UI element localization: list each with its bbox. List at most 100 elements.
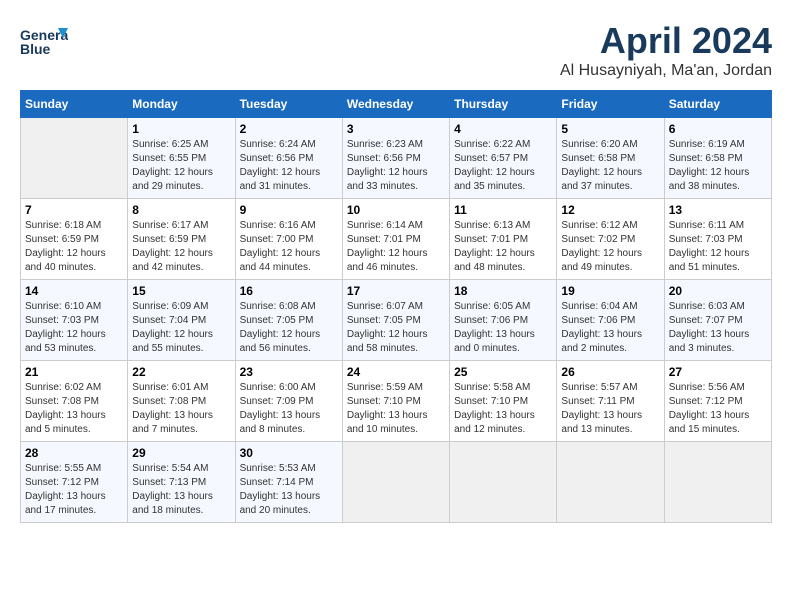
day-number: 6	[669, 122, 767, 136]
calendar-cell: 29Sunrise: 5:54 AM Sunset: 7:13 PM Dayli…	[128, 442, 235, 523]
calendar-week-4: 21 Sunrise: 6:02 AM Sunset: 7:08 PM Dayli…	[21, 361, 772, 442]
day-info: Sunrise: 5:56 AM Sunset: 7:12 PM Dayligh…	[669, 381, 767, 437]
day-number: 8	[132, 203, 230, 217]
day-number: 15	[132, 284, 230, 298]
day-number: 17	[347, 284, 445, 298]
calendar-week-5: 28Sunrise: 5:55 AM Sunset: 7:12 PM Dayli…	[21, 442, 772, 523]
day-number: 20	[669, 284, 767, 298]
calendar-cell	[21, 118, 128, 199]
title-block: April 2024 Al Husayniyah, Ma'an, Jordan	[560, 20, 772, 80]
day-number: 19	[561, 284, 659, 298]
calendar-table: SundayMondayTuesdayWednesdayThursdayFrid…	[20, 90, 772, 523]
day-info: Sunrise: 5:58 AM Sunset: 7:10 PM Dayligh…	[454, 381, 552, 437]
day-number: 18	[454, 284, 552, 298]
day-info: Sunrise: 6:04 AM Sunset: 7:06 PM Dayligh…	[561, 300, 659, 356]
day-info: Sunrise: 6:03 AM Sunset: 7:07 PM Dayligh…	[669, 300, 767, 356]
calendar-cell: 4Sunrise: 6:22 AM Sunset: 6:57 PM Daylig…	[450, 118, 557, 199]
day-info: Sunrise: 5:59 AM Sunset: 7:10 PM Dayligh…	[347, 381, 445, 437]
day-number: 4	[454, 122, 552, 136]
day-header-monday: Monday	[128, 91, 235, 118]
day-number: 7	[25, 203, 123, 217]
calendar-cell: 7 Sunrise: 6:18 AM Sunset: 6:59 PM Daylig…	[21, 199, 128, 280]
calendar-cell: 15 Sunrise: 6:09 AM Sunset: 7:04 PM Dayli…	[128, 280, 235, 361]
day-info: Sunrise: 6:08 AM Sunset: 7:05 PM Dayligh…	[240, 300, 338, 356]
day-info: Sunrise: 6:23 AM Sunset: 6:56 PM Dayligh…	[347, 138, 445, 194]
day-header-wednesday: Wednesday	[342, 91, 449, 118]
calendar-week-1: 1Sunrise: 6:25 AM Sunset: 6:55 PM Daylig…	[21, 118, 772, 199]
calendar-cell: 28Sunrise: 5:55 AM Sunset: 7:12 PM Dayli…	[21, 442, 128, 523]
calendar-week-2: 7 Sunrise: 6:18 AM Sunset: 6:59 PM Daylig…	[21, 199, 772, 280]
calendar-cell	[342, 442, 449, 523]
calendar-cell: 10 Sunrise: 6:14 AM Sunset: 7:01 PM Dayli…	[342, 199, 449, 280]
calendar-cell: 8 Sunrise: 6:17 AM Sunset: 6:59 PM Daylig…	[128, 199, 235, 280]
day-info: Sunrise: 6:13 AM Sunset: 7:01 PM Dayligh…	[454, 219, 552, 275]
calendar-cell: 25 Sunrise: 5:58 AM Sunset: 7:10 PM Dayli…	[450, 361, 557, 442]
day-info: Sunrise: 6:18 AM Sunset: 6:59 PM Dayligh…	[25, 219, 123, 275]
calendar-cell: 27 Sunrise: 5:56 AM Sunset: 7:12 PM Dayli…	[664, 361, 771, 442]
day-number: 16	[240, 284, 338, 298]
calendar-cell: 26Sunrise: 5:57 AM Sunset: 7:11 PM Dayli…	[557, 361, 664, 442]
day-info: Sunrise: 6:19 AM Sunset: 6:58 PM Dayligh…	[669, 138, 767, 194]
day-number: 14	[25, 284, 123, 298]
day-number: 3	[347, 122, 445, 136]
calendar-cell: 12 Sunrise: 6:12 AM Sunset: 7:02 PM Dayli…	[557, 199, 664, 280]
day-number: 25	[454, 365, 552, 379]
day-info: Sunrise: 6:17 AM Sunset: 6:59 PM Dayligh…	[132, 219, 230, 275]
calendar-cell: 3 Sunrise: 6:23 AM Sunset: 6:56 PM Daylig…	[342, 118, 449, 199]
calendar-cell: 13 Sunrise: 6:11 AM Sunset: 7:03 PM Dayli…	[664, 199, 771, 280]
day-info: Sunrise: 6:11 AM Sunset: 7:03 PM Dayligh…	[669, 219, 767, 275]
day-info: Sunrise: 6:14 AM Sunset: 7:01 PM Dayligh…	[347, 219, 445, 275]
day-number: 21	[25, 365, 123, 379]
day-number: 24	[347, 365, 445, 379]
calendar-cell: 21 Sunrise: 6:02 AM Sunset: 7:08 PM Dayli…	[21, 361, 128, 442]
calendar-cell: 22 Sunrise: 6:01 AM Sunset: 7:08 PM Dayli…	[128, 361, 235, 442]
day-header-tuesday: Tuesday	[235, 91, 342, 118]
day-number: 9	[240, 203, 338, 217]
day-number: 30	[240, 446, 338, 460]
day-info: Sunrise: 6:10 AM Sunset: 7:03 PM Dayligh…	[25, 300, 123, 356]
day-header-saturday: Saturday	[664, 91, 771, 118]
day-number: 12	[561, 203, 659, 217]
page-subtitle: Al Husayniyah, Ma'an, Jordan	[560, 62, 772, 80]
calendar-cell: 6 Sunrise: 6:19 AM Sunset: 6:58 PM Daylig…	[664, 118, 771, 199]
page-title: April 2024	[560, 20, 772, 62]
calendar-cell: 30 Sunrise: 5:53 AM Sunset: 7:14 PM Dayli…	[235, 442, 342, 523]
calendar-cell: 2 Sunrise: 6:24 AM Sunset: 6:56 PM Daylig…	[235, 118, 342, 199]
page-header: General Blue April 2024 Al Husayniyah, M…	[20, 20, 772, 80]
calendar-week-3: 14 Sunrise: 6:10 AM Sunset: 7:03 PM Dayli…	[21, 280, 772, 361]
calendar-cell: 14 Sunrise: 6:10 AM Sunset: 7:03 PM Dayli…	[21, 280, 128, 361]
day-header-sunday: Sunday	[21, 91, 128, 118]
calendar-cell: 16 Sunrise: 6:08 AM Sunset: 7:05 PM Dayli…	[235, 280, 342, 361]
day-number: 27	[669, 365, 767, 379]
day-info: Sunrise: 6:12 AM Sunset: 7:02 PM Dayligh…	[561, 219, 659, 275]
day-info: Sunrise: 6:01 AM Sunset: 7:08 PM Dayligh…	[132, 381, 230, 437]
calendar-cell: 5Sunrise: 6:20 AM Sunset: 6:58 PM Daylig…	[557, 118, 664, 199]
calendar-cell	[557, 442, 664, 523]
day-info: Sunrise: 6:05 AM Sunset: 7:06 PM Dayligh…	[454, 300, 552, 356]
calendar-cell: 19 Sunrise: 6:04 AM Sunset: 7:06 PM Dayli…	[557, 280, 664, 361]
calendar-cell: 17 Sunrise: 6:07 AM Sunset: 7:05 PM Dayli…	[342, 280, 449, 361]
day-info: Sunrise: 5:57 AM Sunset: 7:11 PM Dayligh…	[561, 381, 659, 437]
day-header-friday: Friday	[557, 91, 664, 118]
day-number: 1	[132, 122, 230, 136]
calendar-cell	[664, 442, 771, 523]
day-number: 22	[132, 365, 230, 379]
day-number: 23	[240, 365, 338, 379]
day-info: Sunrise: 6:09 AM Sunset: 7:04 PM Dayligh…	[132, 300, 230, 356]
day-info: Sunrise: 6:00 AM Sunset: 7:09 PM Dayligh…	[240, 381, 338, 437]
day-number: 10	[347, 203, 445, 217]
logo-icon: General Blue	[20, 20, 68, 60]
day-info: Sunrise: 6:02 AM Sunset: 7:08 PM Dayligh…	[25, 381, 123, 437]
day-info: Sunrise: 6:16 AM Sunset: 7:00 PM Dayligh…	[240, 219, 338, 275]
day-number: 13	[669, 203, 767, 217]
day-number: 5	[561, 122, 659, 136]
day-number: 28	[25, 446, 123, 460]
calendar-cell: 23 Sunrise: 6:00 AM Sunset: 7:09 PM Dayli…	[235, 361, 342, 442]
calendar-cell: 1Sunrise: 6:25 AM Sunset: 6:55 PM Daylig…	[128, 118, 235, 199]
day-info: Sunrise: 6:07 AM Sunset: 7:05 PM Dayligh…	[347, 300, 445, 356]
day-number: 11	[454, 203, 552, 217]
day-info: Sunrise: 6:24 AM Sunset: 6:56 PM Dayligh…	[240, 138, 338, 194]
logo: General Blue	[20, 20, 72, 60]
day-info: Sunrise: 5:53 AM Sunset: 7:14 PM Dayligh…	[240, 462, 338, 518]
day-number: 2	[240, 122, 338, 136]
